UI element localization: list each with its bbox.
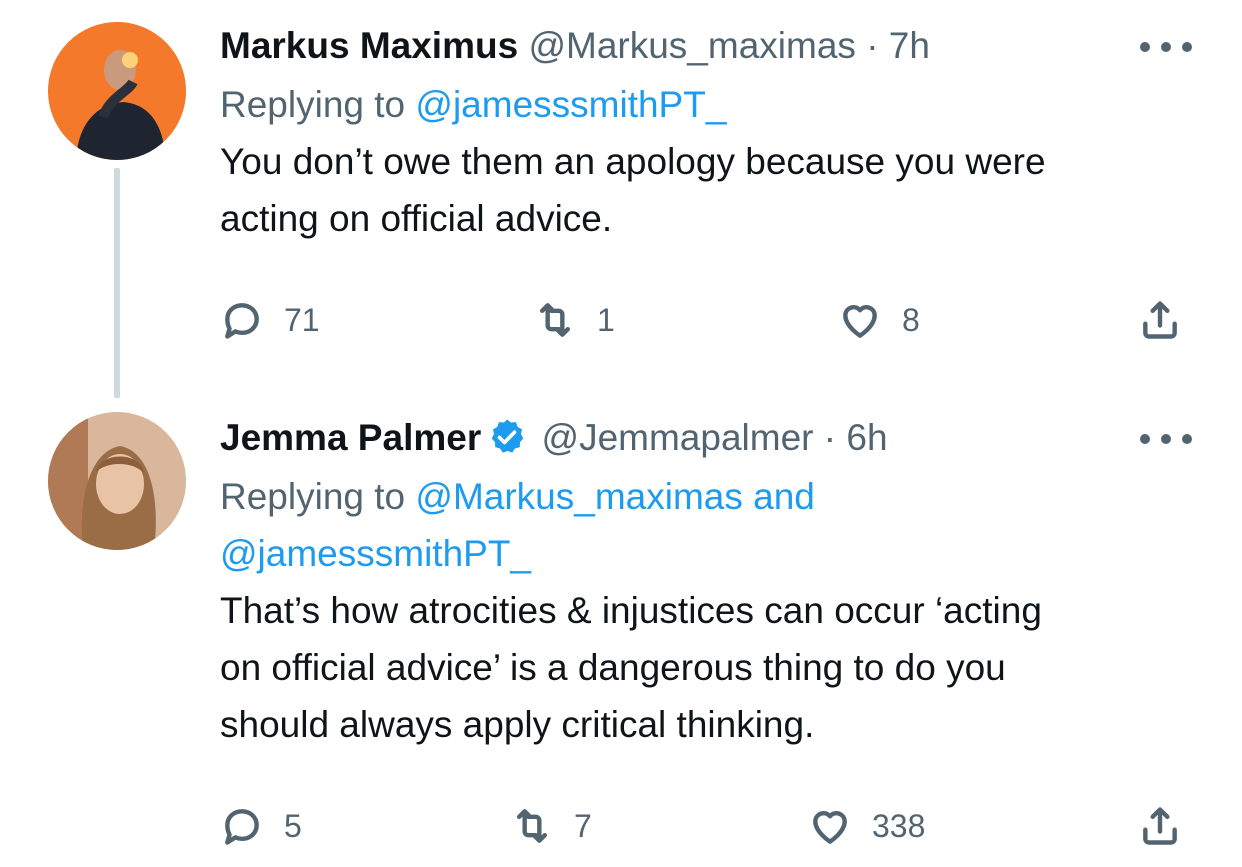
reply-icon — [225, 303, 259, 339]
reply-mention[interactable]: @Markus_maximas and — [415, 476, 814, 517]
tweet-text-line: on official advice’ is a dangerous thing… — [220, 647, 1006, 688]
reply-count: 71 — [284, 301, 320, 338]
thread-connector-line — [114, 168, 120, 398]
retweet-icon — [539, 303, 571, 337]
retweet-icon — [516, 809, 548, 843]
retweet-button[interactable]: 7 — [510, 802, 592, 850]
tweet-2[interactable]: Jemma Palmer @Jemmapalmer · 6h Replying … — [0, 400, 1242, 867]
avatar-jemma[interactable] — [48, 412, 186, 550]
share-icon — [1143, 301, 1177, 339]
tweet-text-line: That’s how atrocities & injustices can o… — [220, 590, 1042, 631]
like-button[interactable]: 338 — [808, 802, 925, 850]
like-count: 338 — [872, 807, 926, 844]
retweet-count: 1 — [597, 301, 615, 338]
more-icon[interactable] — [1140, 32, 1192, 62]
reply-mention[interactable]: @jamesssmithPT_ — [415, 84, 726, 125]
like-button[interactable]: 8 — [838, 296, 920, 344]
reply-button[interactable]: 71 — [220, 296, 320, 344]
replying-to: Replying to @Markus_maximas and @jamesss… — [220, 468, 1192, 582]
avatar-image — [48, 412, 186, 550]
display-name[interactable]: Jemma Palmer — [220, 417, 481, 458]
more-icon[interactable] — [1140, 424, 1192, 454]
user-handle[interactable]: @Jemmapalmer — [542, 417, 814, 458]
retweet-button[interactable]: 1 — [533, 296, 615, 344]
replying-label: Replying to — [220, 476, 416, 517]
like-count: 8 — [902, 301, 920, 338]
reply-icon — [225, 809, 259, 845]
timestamp[interactable]: · 6h — [824, 417, 888, 458]
tweet-text: That’s how atrocities & injustices can o… — [220, 582, 1192, 753]
retweet-count: 7 — [574, 807, 592, 844]
tweet-text: You don’t owe them an apology because yo… — [220, 133, 1192, 247]
tweet-header: Markus Maximus @Markus_maximas · 7h — [220, 24, 1192, 68]
timestamp[interactable]: · 7h — [866, 25, 930, 66]
tweet-1[interactable]: Markus Maximus @Markus_maximas · 7h Repl… — [0, 0, 1242, 400]
reply-count: 5 — [284, 807, 302, 844]
verified-badge-icon — [491, 419, 524, 453]
display-name[interactable]: Markus Maximus — [220, 25, 518, 66]
replying-label: Replying to — [220, 84, 416, 125]
reply-mention-line2[interactable]: @jamesssmithPT_ — [220, 525, 1192, 582]
share-button[interactable] — [1138, 296, 1182, 344]
tweet-text-line: should always apply critical thinking. — [220, 704, 815, 745]
like-icon — [813, 811, 847, 844]
share-button[interactable] — [1138, 802, 1182, 850]
like-icon — [843, 305, 877, 338]
share-icon — [1143, 807, 1177, 845]
reply-button[interactable]: 5 — [220, 802, 302, 850]
tweet-header: Jemma Palmer @Jemmapalmer · 6h — [220, 416, 1192, 460]
tweet-text-line: acting on official advice. — [220, 198, 613, 239]
replying-to: Replying to @jamesssmithPT_ — [220, 76, 1192, 133]
tweet-text-line: You don’t owe them an apology because yo… — [220, 141, 1046, 182]
avatar-image — [48, 22, 186, 160]
user-handle[interactable]: @Markus_maximas — [528, 25, 855, 66]
avatar-markus[interactable] — [48, 22, 186, 160]
